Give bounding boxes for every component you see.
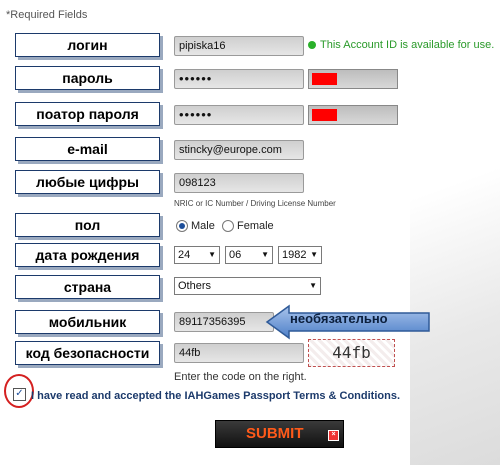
password-input[interactable]: ••••••: [174, 69, 304, 89]
birthdate-label: дата рождения: [15, 243, 160, 267]
mobile-optional-note: необязательно: [290, 311, 388, 326]
login-status: This Account ID is available for use.: [308, 39, 494, 51]
status-ok-icon: [308, 41, 316, 49]
birth-day-select[interactable]: 24 ▼: [174, 246, 220, 264]
gender-male-label: Male: [191, 220, 215, 232]
chevron-down-icon: ▼: [261, 250, 269, 259]
radio-selected-icon: [176, 220, 188, 232]
close-icon: ×: [328, 430, 339, 441]
background-decoration: [410, 0, 500, 465]
birth-month-select[interactable]: 06 ▼: [225, 246, 273, 264]
required-fields-note: *Required Fields: [6, 9, 88, 21]
gender-male-radio[interactable]: Male: [176, 220, 215, 232]
country-label: страна: [15, 275, 160, 299]
security-code-label: код безопасности: [15, 341, 160, 365]
chevron-down-icon: ▼: [309, 281, 317, 290]
password-repeat-strength-fill: [312, 109, 337, 121]
terms-checkbox[interactable]: ✓: [13, 388, 26, 401]
chevron-down-icon: ▼: [208, 250, 216, 259]
mobile-input[interactable]: 89117356395: [174, 312, 274, 332]
login-label: логин: [15, 33, 160, 57]
code-hint: Enter the code on the right.: [174, 371, 307, 383]
birth-day-value: 24: [178, 249, 191, 261]
login-input[interactable]: pipiska16: [174, 36, 304, 56]
submit-label: SUBMIT: [246, 425, 304, 442]
mobile-label: мобильник: [15, 310, 160, 334]
numbers-hint: NRIC or IC Number / Driving License Numb…: [174, 199, 336, 208]
birth-year-select[interactable]: 1982 ▼: [278, 246, 322, 264]
country-value: Others: [178, 280, 212, 292]
numbers-input[interactable]: 098123: [174, 173, 304, 193]
password-repeat-input[interactable]: ••••••: [174, 105, 304, 125]
chevron-down-icon: ▼: [310, 250, 318, 259]
login-status-text: This Account ID is available for use.: [320, 39, 495, 51]
password-repeat-strength-meter: [308, 105, 398, 125]
password-repeat-label: поатор пароля: [15, 102, 160, 126]
email-label: e-mail: [15, 137, 160, 161]
country-select[interactable]: Others ▼: [174, 277, 321, 295]
birth-year-value: 1982: [282, 249, 307, 261]
captcha-image: 44fb: [308, 339, 395, 367]
email-input[interactable]: stincky@europe.com: [174, 140, 304, 160]
gender-female-label: Female: [237, 220, 274, 232]
terms-text: I have read and accepted the IAHGames Pa…: [31, 390, 401, 402]
radio-empty-icon: [222, 220, 234, 232]
gender-label: пол: [15, 213, 160, 237]
security-code-input[interactable]: 44fb: [174, 343, 304, 363]
numbers-label: любые цифры: [15, 170, 160, 194]
birth-month-value: 06: [229, 249, 242, 261]
password-label: пароль: [15, 66, 160, 90]
gender-female-radio[interactable]: Female: [222, 220, 274, 232]
password-strength-meter: [308, 69, 398, 89]
submit-button[interactable]: SUBMIT ×: [215, 420, 344, 448]
password-strength-fill: [312, 73, 337, 85]
